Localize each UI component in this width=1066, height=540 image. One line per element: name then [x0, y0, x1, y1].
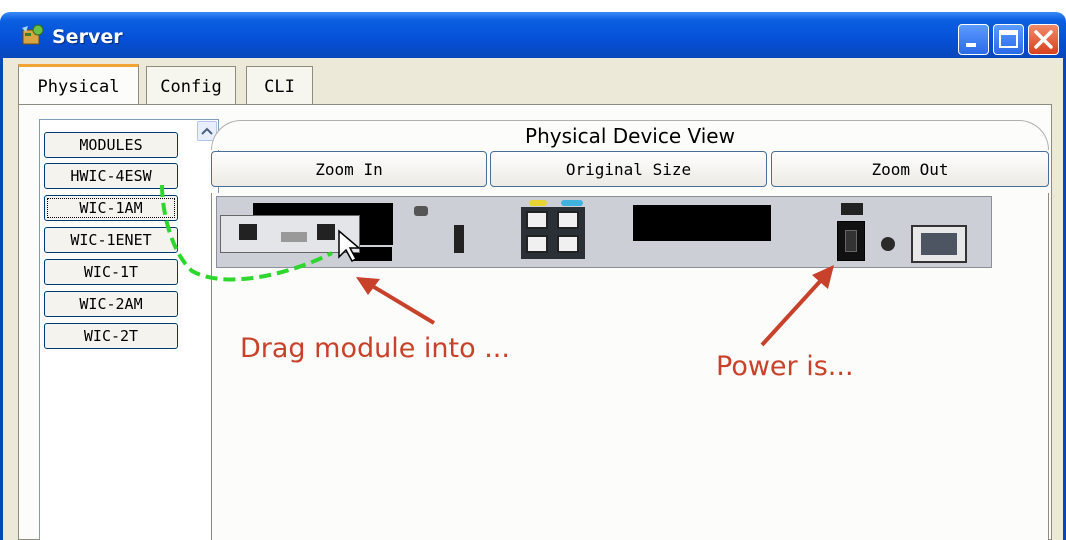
window-title: Server: [52, 26, 123, 48]
drag-annotation: Drag module into ...: [240, 333, 510, 364]
content-panel: MODULES HWIC-4ESW WIC-1AM WIC-1ENET WIC-…: [18, 104, 1052, 540]
top-strip: [0, 0, 1066, 12]
hwic-slot-1[interactable]: [633, 205, 771, 241]
title-bar[interactable]: Server: [0, 12, 1066, 58]
drag-arrow: [356, 277, 436, 325]
device-view-title: Physical Device View: [211, 120, 1049, 150]
maximize-icon: [999, 30, 1018, 48]
port-label-yellow: [529, 200, 547, 206]
power-label: [841, 203, 863, 215]
close-button[interactable]: [1028, 24, 1059, 55]
ethernet-port[interactable]: [526, 235, 548, 253]
device-area[interactable]: Drag module into ... Power is...: [160, 184, 1049, 540]
server-icon: [22, 24, 44, 45]
power-switch[interactable]: [837, 221, 865, 261]
module-modules[interactable]: MODULES: [44, 132, 178, 158]
usb-port: [454, 225, 464, 253]
tab-cli[interactable]: CLI: [246, 66, 313, 106]
maximize-button[interactable]: [993, 24, 1024, 55]
window-body: Physical Config CLI MODULES HWIC-4ESW WI…: [0, 58, 1066, 540]
port-label-blue: [561, 200, 583, 206]
module-wic-2t[interactable]: WIC-2T: [44, 323, 178, 349]
ethernet-port[interactable]: [526, 211, 548, 229]
minimize-button[interactable]: [958, 24, 989, 55]
tab-config[interactable]: Config: [146, 66, 236, 106]
power-inlet: [911, 225, 967, 263]
led-indicator: [414, 206, 428, 216]
original-size-button[interactable]: Original Size: [490, 151, 767, 187]
zoom-in-button[interactable]: Zoom In: [211, 151, 487, 187]
close-icon: [1034, 30, 1053, 49]
drag-path: [160, 184, 333, 282]
ethernet-port[interactable]: [557, 211, 579, 229]
power-annotation: Power is...: [716, 351, 854, 382]
ethernet-port[interactable]: [557, 235, 579, 253]
power-arrow: [760, 265, 834, 347]
ground-screw: [881, 237, 895, 251]
minimize-icon: [966, 43, 976, 47]
tab-physical[interactable]: Physical: [18, 64, 139, 106]
zoom-out-button[interactable]: Zoom Out: [771, 151, 1049, 187]
